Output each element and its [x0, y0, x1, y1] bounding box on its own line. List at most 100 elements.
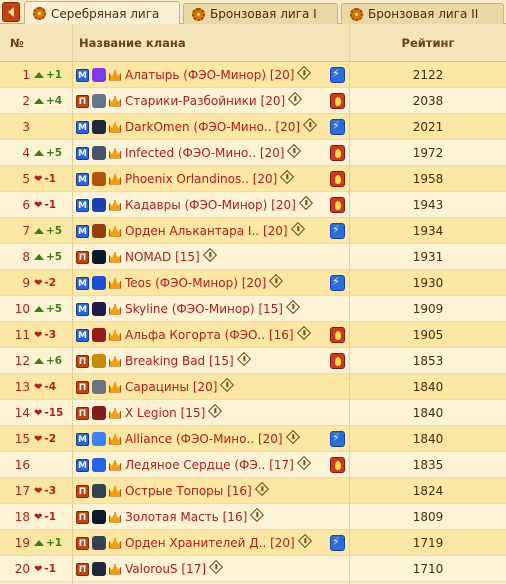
- clan-type-icon: М: [76, 302, 89, 316]
- clan-emblem-icon: [92, 250, 106, 264]
- clan-info-icon[interactable]: [220, 377, 235, 393]
- rank-number: 14: [14, 406, 30, 420]
- clan-type-icon: М: [76, 172, 89, 186]
- clan-cell: М Teos (ФЭО-Минор) [20]: [76, 270, 326, 296]
- clan-type-icon: П: [76, 380, 89, 394]
- clan-info-icon[interactable]: [302, 117, 318, 133]
- clan-info-icon[interactable]: [290, 221, 305, 237]
- clan-type-icon: П: [76, 354, 89, 368]
- table-row: 4 +5 М Infected (ФЭО-Мино.. [20] 1972: [0, 140, 506, 166]
- table-row: 5 ❤ -1 М Phoenix Orlandinos.. [20] 1958: [0, 166, 506, 192]
- lightning-faction-icon: [330, 275, 345, 291]
- clan-name-link[interactable]: Алатырь (ФЭО-Минор) [20]: [125, 68, 294, 82]
- clan-info-icon[interactable]: [208, 403, 223, 419]
- clan-info-icon[interactable]: [208, 559, 224, 575]
- clan-info-icon[interactable]: [254, 481, 269, 497]
- clan-name-link[interactable]: Орден Хранителей Д.. [20]: [125, 536, 295, 550]
- table-row: 17 ❤ -3 П Острые Топоры [16] 1824: [0, 478, 506, 504]
- clan-name-link[interactable]: Золотая Масть [16]: [125, 510, 247, 524]
- clan-name-link[interactable]: Phoenix Orlandinos.. [20]: [125, 172, 277, 186]
- clan-info-icon[interactable]: [288, 91, 303, 107]
- table-header: № Название клана Рейтинг: [0, 24, 506, 62]
- clan-name-link[interactable]: Teos (ФЭО-Минор) [20]: [125, 276, 266, 290]
- rank-change: ❤ -1: [34, 563, 57, 575]
- rank-change: ❤ -4: [34, 381, 57, 393]
- clan-name-link[interactable]: Skyline (ФЭО-Минор) [15]: [125, 302, 283, 316]
- crown-icon: [109, 459, 121, 471]
- clan-info-icon[interactable]: [202, 247, 217, 263]
- clan-info-icon[interactable]: [296, 455, 311, 471]
- clan-info-icon[interactable]: [287, 143, 302, 159]
- clan-emblem-icon: [92, 68, 106, 82]
- clan-name-link[interactable]: Альфа Когорта (ФЭО.. [16]: [125, 328, 294, 342]
- clan-name-link[interactable]: NOMAD [15]: [125, 250, 200, 264]
- tab-bronze-league-2[interactable]: Бронзовая лига II: [341, 3, 504, 24]
- clan-name-link[interactable]: Орден Алькантара I.. [20]: [125, 224, 288, 238]
- clan-name-link[interactable]: Сарацины [20]: [125, 380, 217, 394]
- rank-up-icon: [34, 358, 44, 364]
- crown-icon: [109, 277, 121, 289]
- crown-icon: [109, 121, 121, 133]
- clan-name-link[interactable]: Alliance (ФЭО-Мино.. [20]: [125, 432, 283, 446]
- crown-icon: [109, 303, 121, 315]
- rank-number: 7: [22, 224, 30, 238]
- rank-change: +5: [34, 303, 62, 315]
- clan-type-icon: М: [76, 328, 89, 342]
- tabs-scroll-left-button[interactable]: [2, 2, 20, 22]
- clan-info-icon[interactable]: [269, 273, 284, 289]
- rank-number: 16: [14, 458, 30, 472]
- clan-emblem-icon: [92, 302, 106, 316]
- clan-info-icon[interactable]: [236, 351, 251, 367]
- tab-silver-league[interactable]: Серебряная лига: [24, 1, 180, 25]
- clan-rating: 2122: [412, 68, 444, 82]
- rank-number: 17: [14, 484, 30, 498]
- clan-rating: 1931: [412, 250, 444, 264]
- clan-name-link[interactable]: Infected (ФЭО-Мино.. [20]: [125, 146, 284, 160]
- rank-number: 13: [14, 380, 30, 394]
- clan-cell: М Skyline (ФЭО-Минор) [15]: [76, 296, 326, 322]
- rank-down-icon: ❤: [34, 277, 43, 289]
- clan-rating: 2021: [412, 120, 444, 134]
- clan-cell: П ValorouS [17]: [76, 556, 326, 582]
- clan-info-icon[interactable]: [296, 325, 311, 341]
- rank-cell: 19 +1: [4, 530, 70, 556]
- clan-info-icon[interactable]: [280, 169, 295, 185]
- clan-rating: 1840: [412, 380, 444, 394]
- crown-icon: [109, 407, 121, 419]
- rank-change: ❤ -3: [34, 485, 57, 497]
- clan-name-link[interactable]: Острые Топоры [16]: [125, 484, 252, 498]
- crown-icon: [109, 511, 121, 523]
- clan-name-link[interactable]: Breaking Bad [15]: [125, 354, 234, 368]
- clan-name-link[interactable]: X Legion [15]: [125, 406, 205, 420]
- clan-info-icon[interactable]: [250, 507, 265, 523]
- clan-type-icon: М: [76, 276, 89, 290]
- clan-emblem-icon: [92, 224, 106, 238]
- clan-rating: 1840: [412, 432, 444, 446]
- clan-type-icon: П: [76, 250, 89, 264]
- rank-cell: 2 +4: [4, 88, 70, 114]
- column-divider: [349, 24, 350, 584]
- table-row: 6 ❤ -1 М Кадавры (ФЭО-Минор) [20] 1943: [0, 192, 506, 218]
- table-row: 8 +5 П NOMAD [15] 1931: [0, 244, 506, 270]
- clan-name-link[interactable]: Ледяное Сердце (ФЭ.. [17]: [125, 458, 294, 472]
- clan-info-icon[interactable]: [297, 65, 312, 81]
- fire-faction-icon: [330, 171, 345, 187]
- clan-name-link[interactable]: Старики-Разбойники [20]: [125, 94, 285, 108]
- rank-cell: 17 ❤ -3: [4, 478, 70, 504]
- clan-cell: М Алатырь (ФЭО-Минор) [20]: [76, 62, 326, 88]
- clan-name-link[interactable]: Кадавры (ФЭО-Минор) [20]: [125, 198, 296, 212]
- clan-info-icon[interactable]: [297, 533, 312, 549]
- tab-bronze-league-1[interactable]: Бронзовая лига I: [183, 3, 338, 24]
- clan-info-icon[interactable]: [285, 299, 301, 315]
- clan-rating: 1972: [412, 146, 444, 160]
- clan-info-icon[interactable]: [285, 429, 300, 445]
- table-row: 20 ❤ -1 П ValorouS [17] 1710: [0, 556, 506, 582]
- clan-name-link[interactable]: DarkOmen (ФЭО-Мино.. [20]: [125, 120, 300, 134]
- clan-rating: 1809: [412, 510, 444, 524]
- rank-cell: 5 ❤ -1: [4, 166, 70, 192]
- clan-info-icon[interactable]: [298, 195, 313, 211]
- clan-cell: П X Legion [15]: [76, 400, 326, 426]
- rank-cell: 9 ❤ -2: [4, 270, 70, 296]
- clan-name-link[interactable]: ValorouS [17]: [125, 562, 206, 576]
- crown-icon: [109, 381, 121, 393]
